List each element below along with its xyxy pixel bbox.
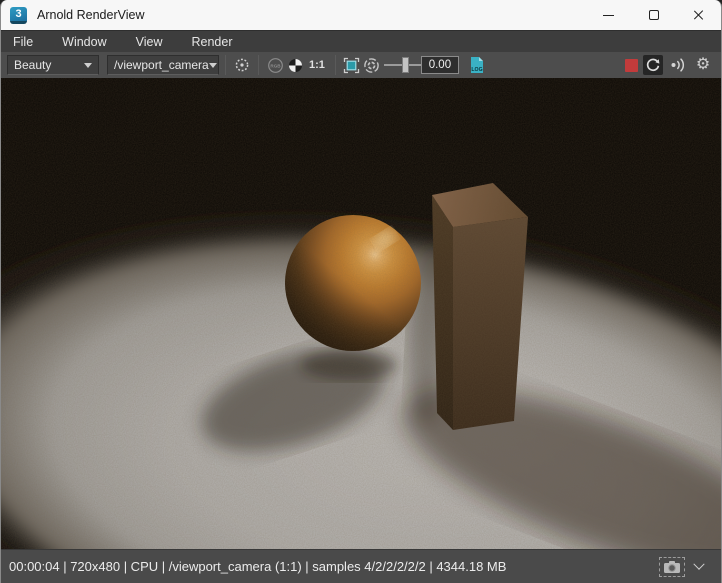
log-window-button[interactable]: LOG: [467, 55, 487, 75]
gear-icon: ⚙: [695, 56, 711, 73]
camera-icon: [664, 560, 680, 573]
chevron-down-button[interactable]: [693, 558, 705, 570]
rgb-icon-label: RGB: [270, 63, 281, 68]
alpha-display-button[interactable]: [285, 55, 305, 75]
menu-file[interactable]: File: [13, 35, 33, 49]
toolbar-separator: [258, 55, 259, 75]
exposure-toggle-button[interactable]: [362, 55, 382, 75]
checker-circle-icon: [288, 58, 302, 72]
window-title: Arnold RenderView: [37, 8, 145, 22]
menu-view[interactable]: View: [136, 35, 163, 49]
toolbar-separator: [225, 55, 226, 75]
window-controls: [586, 0, 721, 30]
app-icon-text: 3: [15, 7, 22, 20]
render-grain-overlay: [1, 78, 721, 549]
title-bar: 3 Arnold RenderView: [1, 0, 721, 30]
stop-render-button[interactable]: [625, 58, 638, 72]
close-button[interactable]: [676, 0, 721, 30]
region-render-button[interactable]: [342, 55, 362, 75]
log-file-icon: LOG: [470, 57, 483, 73]
arnold-renderview-window: 3 Arnold RenderView File Window View Ren…: [0, 0, 722, 583]
aperture-icon: [364, 57, 380, 73]
app-icon: 3: [10, 6, 27, 24]
statusbar-right-group: [659, 556, 713, 577]
refresh-icon: [646, 58, 660, 72]
close-icon: [693, 9, 705, 21]
broadcast-icon: [671, 58, 685, 72]
toolbar-separator: [334, 55, 336, 75]
snapshot-button[interactable]: [659, 556, 685, 577]
toolbar: Beauty /viewport_camera RGB 1:1 0.00 LOG…: [1, 52, 721, 78]
log-icon-label: LOG: [471, 67, 482, 73]
menu-render[interactable]: Render: [192, 35, 233, 49]
chevron-down-icon: [84, 62, 92, 68]
maximize-button[interactable]: [631, 0, 676, 30]
zoom-1to1-button[interactable]: 1:1: [309, 59, 325, 71]
exposure-slider[interactable]: [383, 57, 430, 73]
chevron-down-icon: [208, 62, 217, 68]
rgb-circle-icon: RGB: [267, 57, 283, 73]
aov-select-value: Beauty: [14, 58, 52, 72]
render-status-text: 00:00:04 | 720x480 | CPU | /viewport_cam…: [9, 559, 507, 574]
ipr-update-button[interactable]: [668, 55, 688, 75]
menu-window[interactable]: Window: [62, 35, 106, 49]
exposure-slider-handle[interactable]: [401, 57, 409, 73]
toolbar-right-group: ⚙: [625, 55, 717, 75]
settings-button[interactable]: ⚙: [693, 55, 713, 75]
minimize-icon: [603, 14, 614, 16]
exposure-value-input[interactable]: [420, 56, 459, 74]
minimize-button[interactable]: [586, 0, 631, 30]
menu-bar: File Window View Render: [1, 30, 721, 52]
rendered-scene: [1, 78, 721, 549]
maximize-icon: [648, 10, 659, 20]
dotted-circle-icon: [235, 58, 249, 72]
snapshot-target-button[interactable]: [232, 55, 252, 75]
aov-select[interactable]: Beauty: [7, 55, 99, 75]
region-frame-icon: [344, 57, 360, 73]
restart-render-button[interactable]: [643, 55, 663, 75]
rgb-channel-button[interactable]: RGB: [265, 55, 285, 75]
camera-select-value: /viewport_camera: [114, 58, 209, 72]
status-bar: 00:00:04 | 720x480 | CPU | /viewport_cam…: [1, 549, 721, 583]
render-viewport[interactable]: [1, 78, 721, 549]
camera-select[interactable]: /viewport_camera: [107, 55, 219, 75]
